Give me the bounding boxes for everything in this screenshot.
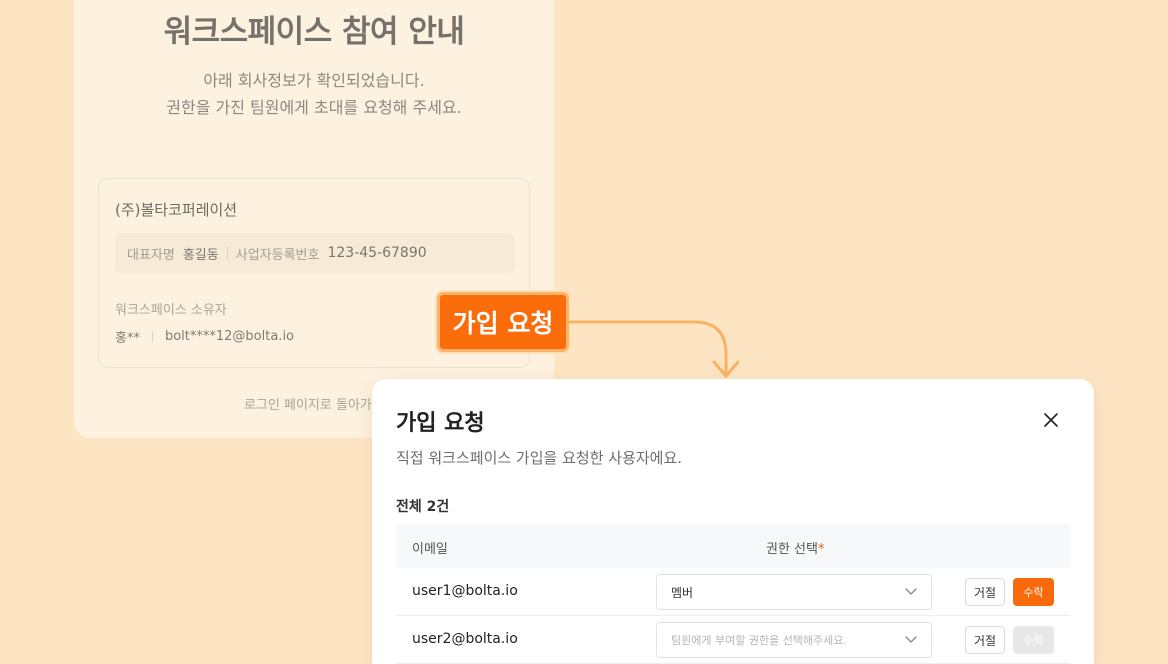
role-select-value: 멤버 (671, 585, 694, 600)
biz-no-label: 사업자등록번호 (235, 247, 320, 263)
column-header-role: 권한 선택* (766, 538, 824, 557)
curved-arrow-icon (566, 320, 740, 378)
page-title: 워크스페이스 참여 안내 (163, 14, 465, 50)
divider (151, 331, 153, 342)
owner-label: 워크스페이스 소유자 (115, 303, 227, 318)
modal-title: 가입 요청 (396, 411, 485, 436)
ceo-label: 대표자명 (127, 247, 175, 263)
join-request-callout: 가입 요청 (437, 292, 569, 352)
owner-row: 홍** bolt****12@bolta.io (115, 327, 294, 346)
company-name: (주)볼타코퍼레이션 (115, 201, 238, 219)
required-mark: * (817, 542, 825, 557)
table-row: user1@bolta.io 멤버 거절 수락 (396, 568, 1070, 616)
table-header: 이메일 권한 선택* (396, 524, 1070, 568)
ceo-value: 홍길동 (182, 247, 219, 263)
close-button[interactable] (1040, 409, 1062, 431)
close-icon (1044, 413, 1058, 427)
reject-button[interactable]: 거절 (965, 578, 1005, 606)
role-select-placeholder: 팀원에게 부여할 권한을 선택해주세요. (671, 634, 847, 647)
chevron-down-icon (905, 588, 917, 595)
chevron-down-icon (905, 636, 917, 643)
owner-name: 홍** (115, 331, 140, 346)
row-email: user2@bolta.io (412, 631, 518, 647)
workspace-join-card: 워크스페이스 참여 안내 아래 회사정보가 확인되었습니다. 권한을 가진 팀원… (74, 0, 554, 438)
owner-email: bolt****12@bolta.io (164, 329, 295, 344)
role-select[interactable]: 멤버 (656, 574, 932, 610)
row-email: user1@bolta.io (412, 583, 518, 599)
column-header-email: 이메일 (412, 542, 448, 557)
join-request-modal: 가입 요청 직접 워크스페이스 가입을 요청한 사용자에요. 전체 2건 이메일… (372, 379, 1094, 664)
role-select[interactable]: 팀원에게 부여할 권한을 선택해주세요. (656, 622, 932, 658)
accept-button[interactable]: 수락 (1013, 578, 1054, 606)
column-header-role-label: 권한 선택 (766, 542, 818, 557)
table-row: user2@bolta.io 팀원에게 부여할 권한을 선택해주세요. 거절 수… (396, 616, 1070, 664)
modal-description: 직접 워크스페이스 가입을 요청한 사용자에요. (396, 449, 683, 467)
company-details: 대표자명 홍길동 사업자등록번호 123-45-67890 (115, 233, 515, 273)
back-to-login-link[interactable]: 로그인 페이지로 돌아가 (244, 394, 372, 413)
biz-no-value: 123-45-67890 (327, 245, 427, 261)
page-subtitle-line2: 권한을 가진 팀원에게 초대를 요청해 주세요. (166, 98, 462, 117)
reject-button[interactable]: 거절 (965, 626, 1005, 654)
accept-button-disabled[interactable]: 수락 (1013, 626, 1054, 654)
divider (226, 247, 228, 259)
page-subtitle-line1: 아래 회사정보가 확인되었습니다. (203, 71, 425, 90)
total-count: 전체 2건 (396, 499, 450, 515)
